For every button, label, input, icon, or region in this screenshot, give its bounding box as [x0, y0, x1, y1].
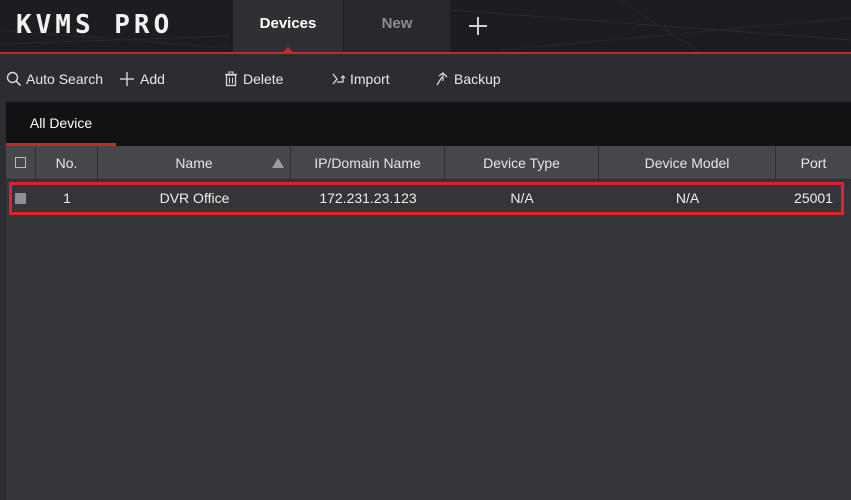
plus-icon	[120, 72, 134, 86]
search-icon	[6, 71, 22, 87]
cell-name: DVR Office	[159, 190, 230, 206]
cell-device-model: N/A	[675, 190, 700, 206]
backup-button[interactable]: Backup	[434, 69, 501, 89]
column-header-name[interactable]: Name	[98, 146, 291, 180]
delete-button[interactable]: Delete	[223, 69, 283, 89]
cell-ip: 172.231.23.123	[319, 190, 417, 206]
backup-icon	[436, 72, 448, 86]
trash-icon	[225, 71, 237, 87]
plus-icon	[469, 17, 487, 35]
cell-port: 25001	[794, 190, 833, 206]
column-header-device-type[interactable]: Device Type	[445, 146, 599, 180]
cell-no: 1	[63, 190, 71, 206]
app-logo: KVMS PRO	[16, 10, 174, 40]
cell-device-type: N/A	[510, 190, 534, 206]
column-header-device-model[interactable]: Device Model	[599, 146, 776, 180]
tab-new-label: New	[381, 15, 413, 32]
tab-all-device[interactable]: All Device	[6, 102, 116, 146]
active-tab-indicator	[283, 47, 293, 52]
toolbar: Auto Search Add Delete Import Backup	[0, 54, 851, 102]
import-label: Import	[350, 71, 390, 87]
add-label: Add	[140, 71, 165, 87]
import-icon	[332, 73, 346, 85]
device-table: No. Name IP/Domain Name Device Type Devi…	[6, 146, 851, 500]
title-bar: KVMS PRO Devices New	[0, 0, 851, 54]
table-row[interactable]: 1 DVR Office 172.231.23.123 N/A N/A 2500…	[6, 182, 851, 214]
row-checkbox[interactable]	[15, 193, 26, 204]
table-header: No. Name IP/Domain Name Device Type Devi…	[6, 146, 851, 180]
tab-devices-label: Devices	[259, 15, 317, 32]
column-header-ip[interactable]: IP/Domain Name	[291, 146, 445, 180]
import-button[interactable]: Import	[330, 69, 390, 89]
auto-search-label: Auto Search	[26, 71, 104, 87]
device-panel-tabs: All Device	[6, 102, 851, 146]
column-header-port[interactable]: Port	[776, 146, 851, 180]
select-all-checkbox[interactable]	[15, 157, 26, 168]
tab-all-device-label: All Device	[29, 115, 93, 131]
auto-search-button[interactable]: Auto Search	[6, 69, 103, 89]
sort-ascending-icon	[272, 158, 284, 168]
column-header-no[interactable]: No.	[36, 146, 98, 180]
select-all-column	[6, 146, 36, 180]
backup-label: Backup	[454, 71, 501, 87]
delete-label: Delete	[243, 71, 284, 87]
add-button[interactable]: Add	[118, 69, 165, 89]
tab-new[interactable]: New	[344, 0, 450, 52]
new-tab-button[interactable]	[466, 14, 490, 38]
column-header-name-label: Name	[175, 155, 213, 171]
tab-devices[interactable]: Devices	[233, 0, 343, 52]
